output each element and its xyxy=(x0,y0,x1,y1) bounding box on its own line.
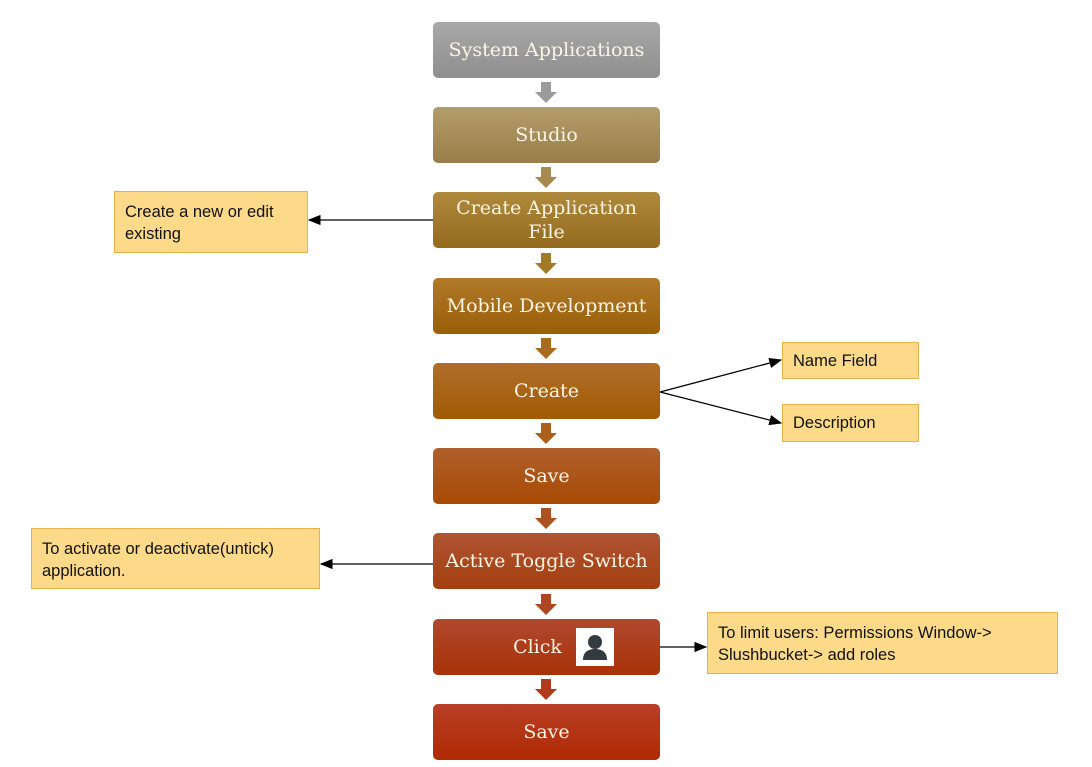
connector-name-field xyxy=(659,357,783,393)
connectors xyxy=(307,214,783,653)
connector-description xyxy=(659,391,783,426)
